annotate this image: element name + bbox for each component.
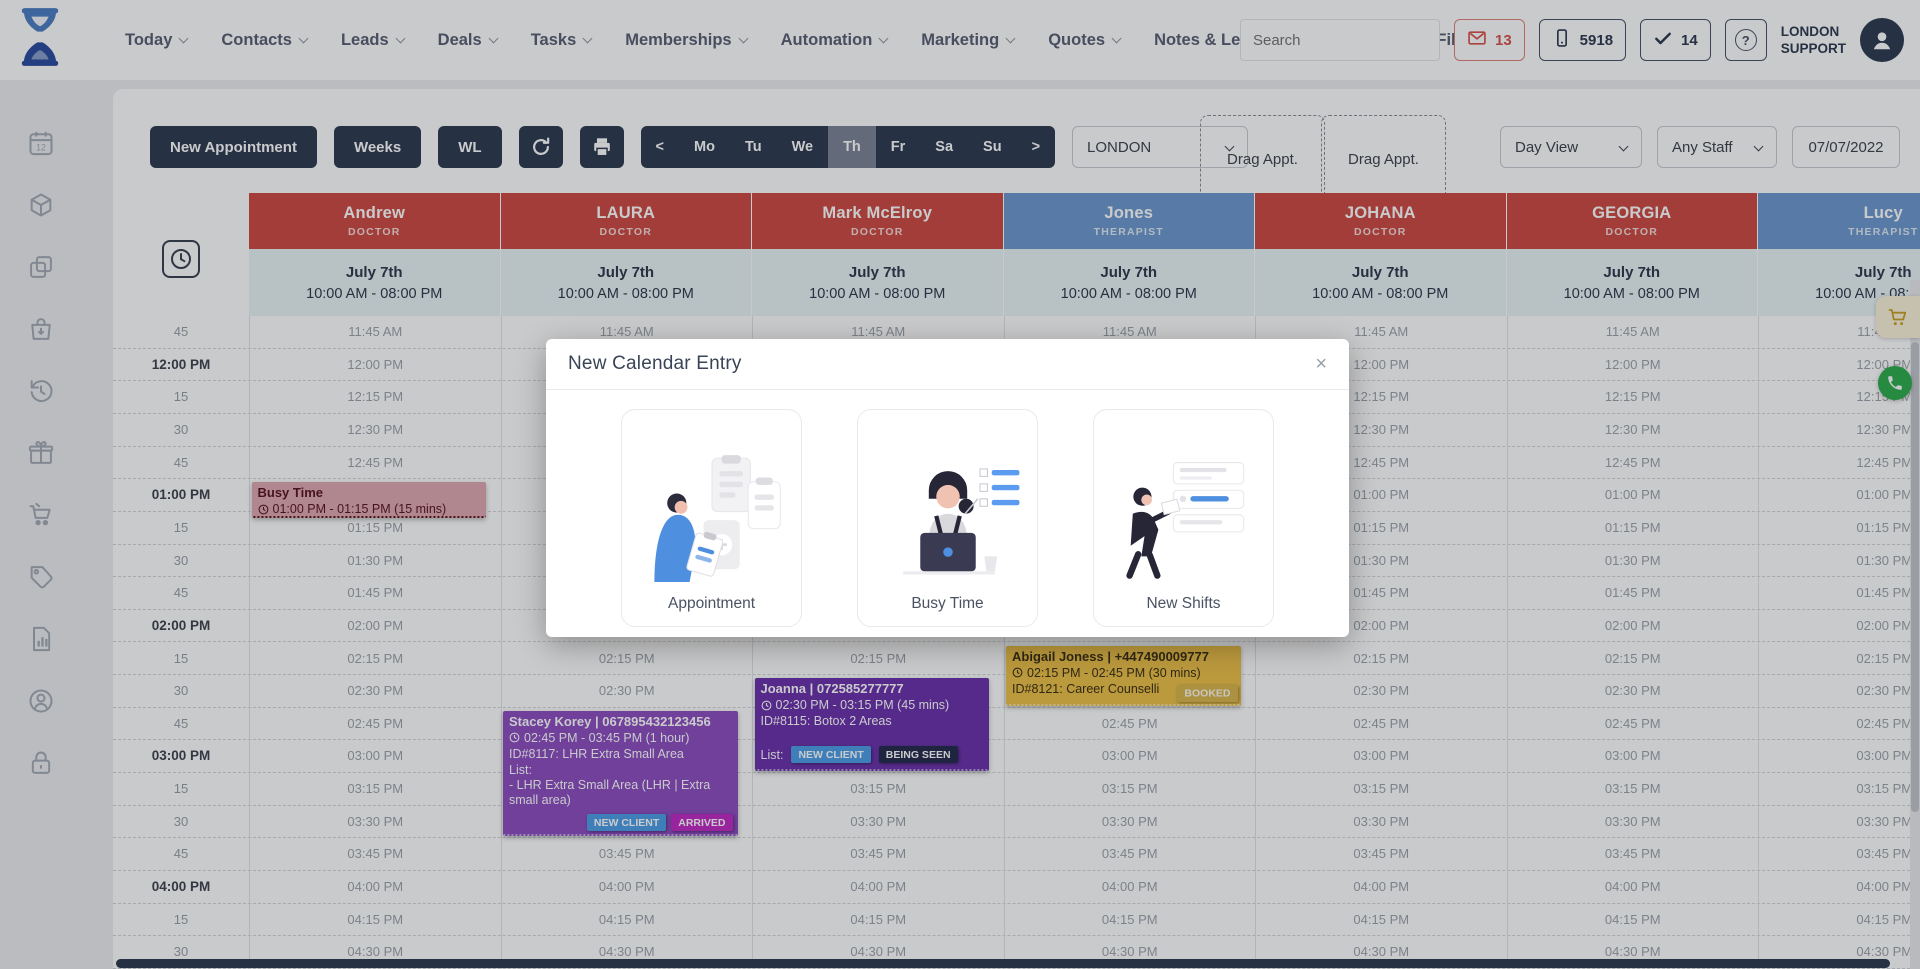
modal-option-label: Appointment — [668, 595, 755, 613]
modal-option-busy-time[interactable]: Busy Time — [857, 409, 1038, 627]
modal-option-appointment[interactable]: Appointment — [621, 409, 802, 627]
shifts-illustration — [1109, 454, 1259, 595]
app-screen: TodayContactsLeadsDealsTasksMembershipsA… — [0, 0, 1920, 969]
busy-illustration — [873, 454, 1023, 595]
modal-option-label: New Shifts — [1146, 595, 1220, 613]
modal-title: New Calendar Entry — [568, 353, 742, 375]
modal-body: Appointment Busy Time New Shifts — [546, 390, 1349, 627]
modal-header: New Calendar Entry × — [546, 339, 1349, 390]
appointment-illustration — [637, 454, 787, 595]
close-icon[interactable]: × — [1315, 354, 1327, 374]
modal-option-label: Busy Time — [911, 595, 983, 613]
modal-option-new-shifts[interactable]: New Shifts — [1093, 409, 1274, 627]
new-calendar-entry-modal: New Calendar Entry × Appointment Busy Tim… — [546, 339, 1349, 637]
